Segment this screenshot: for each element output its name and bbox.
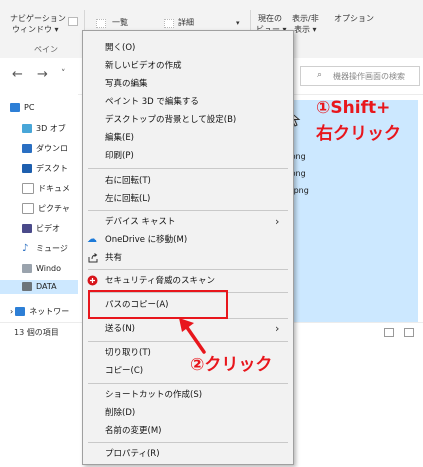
submenu-chevron-icon: ›	[275, 215, 280, 228]
menu-separator	[88, 210, 288, 211]
search-input[interactable]: ⌕ 機器操作画面の検索	[300, 66, 420, 86]
network-icon	[15, 307, 26, 316]
menu-item-print[interactable]: 印刷(P)	[105, 148, 134, 164]
nav-pane-button-label[interactable]: ナビゲーション	[10, 14, 66, 24]
search-icon: ⌕	[317, 70, 323, 80]
nav-item-downloads[interactable]: ダウンロ	[22, 142, 68, 156]
pc-icon	[10, 103, 20, 112]
expand-chevron-icon[interactable]: ›	[10, 307, 13, 316]
menu-item-copy[interactable]: コピー(C)	[105, 363, 143, 379]
menu-separator	[88, 442, 288, 443]
nav-item-windows-drive[interactable]: Windo	[22, 262, 61, 276]
video-icon	[22, 224, 32, 233]
menu-item-set-desktop-background[interactable]: デスクトップの背景として設定(B)	[105, 112, 236, 128]
nav-item-desktop[interactable]: デスクト	[22, 162, 68, 176]
nav-item-pictures[interactable]: ピクチャ	[22, 202, 70, 216]
share-icon	[88, 253, 98, 263]
nav-pane-button-sublabel[interactable]: ウィンドウ ▾	[12, 25, 59, 35]
download-icon	[22, 144, 32, 153]
menu-separator	[88, 168, 288, 169]
details-view-toggle-icon[interactable]	[384, 328, 394, 337]
preview-pane-icon[interactable]	[68, 17, 78, 26]
menu-item-rotate-left[interactable]: 左に回転(L)	[105, 191, 150, 207]
menu-item-edit[interactable]: 編集(E)	[105, 130, 134, 146]
menu-item-cut[interactable]: 切り取り(T)	[105, 345, 151, 361]
menu-item-send-to[interactable]: 送る(N)	[105, 321, 135, 337]
show-hide-button-sublabel[interactable]: 表示 ▾	[294, 25, 317, 35]
item-count-label: 13 個の項目	[14, 328, 59, 337]
menu-item-delete[interactable]: 削除(D)	[105, 405, 135, 421]
back-arrow-icon[interactable]: ←	[12, 68, 23, 82]
3d-objects-icon	[22, 124, 32, 133]
annotation-arrow-icon	[179, 318, 206, 354]
list-view-icon	[96, 19, 106, 28]
menu-item-rotate-right[interactable]: 右に回転(T)	[105, 173, 151, 189]
menu-item-rename[interactable]: 名前の変更(M)	[105, 423, 161, 439]
step1-annotation-line1: ①Shift+	[316, 98, 391, 118]
nav-item-pc[interactable]: PC	[10, 101, 34, 115]
desktop-icon	[22, 164, 32, 173]
nav-item-network[interactable]: › ネットワー	[10, 305, 69, 319]
layout-expand-icon[interactable]: ▾	[236, 18, 240, 28]
menu-item-move-to-onedrive[interactable]: OneDrive に移動(M)	[105, 232, 187, 248]
menu-separator	[88, 383, 288, 384]
picture-icon	[22, 203, 34, 214]
view-list-option[interactable]: 一覧	[112, 18, 128, 28]
menu-item-properties[interactable]: プロパティ(R)	[105, 446, 160, 462]
submenu-chevron-icon: ›	[275, 322, 280, 335]
security-scan-icon	[87, 275, 98, 286]
large-icons-toggle-icon[interactable]	[404, 328, 414, 337]
highlight-box	[88, 290, 228, 319]
options-button[interactable]: オプション	[334, 14, 374, 24]
view-details-option[interactable]: 詳細	[178, 18, 194, 28]
nav-item-videos[interactable]: ビデオ	[22, 222, 60, 236]
nav-item-data-drive[interactable]: DATA	[0, 280, 78, 294]
menu-item-new-video[interactable]: 新しいビデオの作成	[105, 58, 182, 74]
nav-item-music[interactable]: ♪ ミュージ	[22, 242, 68, 256]
show-hide-button-label[interactable]: 表示/非	[292, 14, 319, 24]
forward-arrow-icon[interactable]: →	[37, 68, 48, 82]
recent-chevron-icon[interactable]: ˅	[61, 67, 66, 81]
menu-item-edit-photo[interactable]: 写真の編集	[105, 76, 148, 92]
menu-item-open[interactable]: 開く(O)	[105, 40, 135, 56]
search-placeholder: 機器操作画面の検索	[333, 72, 405, 81]
step2-annotation: ②クリック	[190, 355, 273, 375]
document-icon	[22, 183, 34, 194]
step1-annotation-line2: 右クリック	[316, 124, 401, 144]
drive-icon	[22, 264, 32, 273]
menu-item-create-shortcut[interactable]: ショートカットの作成(S)	[105, 387, 202, 403]
nav-item-3d-objects[interactable]: 3D オブ	[22, 122, 66, 136]
current-view-button-label[interactable]: 現在の	[258, 14, 282, 24]
pane-group-label: ペイン	[34, 45, 58, 54]
details-view-icon	[164, 19, 174, 28]
onedrive-cloud-icon: ☁	[87, 234, 97, 245]
drive-icon	[22, 282, 32, 291]
menu-item-security-scan[interactable]: セキュリティ脅威のスキャン	[105, 273, 215, 289]
menu-item-share[interactable]: 共有	[105, 250, 122, 266]
menu-item-edit-paint3d[interactable]: ペイント 3D で編集する	[105, 94, 199, 110]
menu-separator	[88, 269, 288, 270]
music-icon: ♪	[22, 244, 32, 254]
menu-item-device-cast[interactable]: デバイス キャスト	[105, 214, 175, 230]
nav-item-documents[interactable]: ドキュメ	[22, 182, 70, 196]
